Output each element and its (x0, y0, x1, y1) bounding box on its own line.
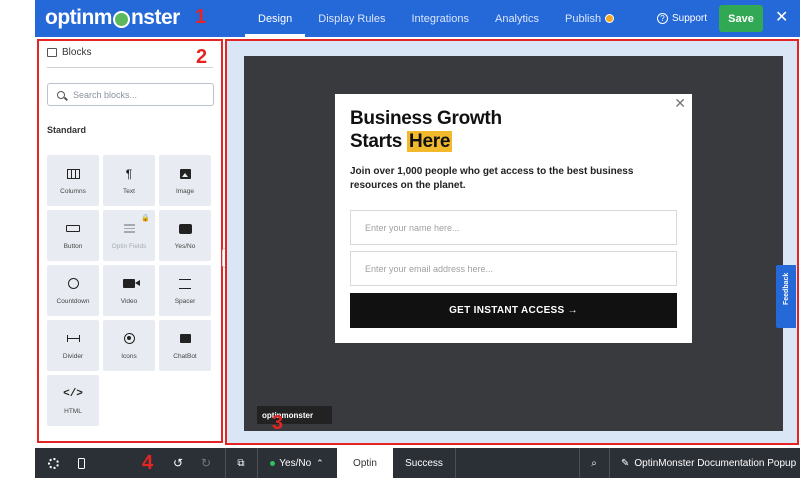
search-button[interactable]: ⌕ (579, 448, 609, 478)
close-icon[interactable]: ✕ (775, 7, 788, 27)
feedback-tab[interactable]: Feedback (776, 265, 796, 328)
popup-headline[interactable]: Business Growth Starts Here (350, 107, 502, 153)
search-blocks-input[interactable] (73, 89, 203, 100)
preview-canvas: ✕ Business Growth Starts Here Join over … (244, 56, 783, 431)
annotation-marker-2: 2 (196, 46, 208, 68)
block-chatbot[interactable]: ChatBot (159, 320, 211, 371)
save-button[interactable]: Save (719, 5, 763, 32)
tab-display-rules[interactable]: Display Rules (305, 0, 398, 37)
divider-icon (66, 335, 80, 342)
spacer-icon (179, 278, 191, 289)
toolbar-divider (455, 448, 456, 478)
search-blocks-field[interactable] (47, 83, 214, 106)
mobile-preview-button[interactable] (71, 448, 91, 478)
publish-status-icon (605, 14, 615, 23)
annotation-marker-1: 1 (195, 6, 207, 28)
tab-publish[interactable]: Publish (552, 0, 627, 37)
status-dot-icon (270, 460, 276, 466)
layout-button[interactable]: ⧉ (225, 448, 257, 478)
popup-close-icon[interactable]: ✕ (674, 95, 686, 112)
search-icon: ⌕ (591, 457, 597, 469)
columns-icon (66, 168, 80, 179)
toolbar-divider (609, 448, 610, 478)
tab-design[interactable]: Design (245, 0, 306, 37)
block-html[interactable]: </> HTML (47, 375, 99, 426)
block-divider[interactable]: Divider (47, 320, 99, 371)
annotation-marker-3: 3 (272, 412, 284, 434)
campaign-name[interactable]: ✎ OptinMonster Documentation Popup (615, 448, 797, 478)
chevron-up-icon: ⌃ (316, 457, 324, 468)
block-image[interactable]: Image (159, 155, 211, 206)
text-icon: ¶ (125, 166, 133, 181)
yes-no-icon (178, 223, 192, 234)
redo-button[interactable]: ↻ (196, 448, 216, 478)
tab-integrations[interactable]: Integrations (399, 0, 482, 37)
button-icon (66, 225, 80, 232)
question-icon: ? (657, 13, 668, 24)
tab-analytics[interactable]: Analytics (482, 0, 552, 37)
view-tab-optin[interactable]: Optin (337, 448, 393, 478)
block-text[interactable]: ¶ Text (103, 155, 155, 206)
optinmonster-badge: optinmonster (257, 406, 332, 424)
get-instant-access-button[interactable]: GET INSTANT ACCESS → (350, 293, 677, 328)
sidebar-header: Blocks (47, 47, 91, 58)
block-countdown[interactable]: Countdown (47, 265, 99, 316)
blocks-icon (47, 48, 57, 57)
block-spacer[interactable]: Spacer (159, 265, 211, 316)
yes-no-toggle[interactable]: Yes/No ⌃ (257, 448, 337, 478)
email-input[interactable] (365, 263, 655, 274)
popup-subtitle[interactable]: Join over 1,000 people who get access to… (350, 165, 650, 193)
optinmonster-logo[interactable]: optinm nster (45, 6, 180, 30)
undo-button[interactable]: ↺ (168, 448, 188, 478)
main-nav: Design Display Rules Integrations Analyt… (245, 0, 627, 37)
video-icon (123, 279, 140, 288)
block-icons[interactable]: Icons (103, 320, 155, 371)
gear-icon (47, 457, 59, 469)
block-button[interactable]: Button (47, 210, 99, 261)
mobile-icon (77, 457, 85, 469)
sidebar-divider (47, 67, 213, 68)
clock-icon (67, 278, 79, 289)
block-columns[interactable]: Columns (47, 155, 99, 206)
blocks-sidebar: Blocks 2 Standard Columns ¶ Text Image (37, 39, 223, 443)
name-input[interactable] (365, 222, 655, 233)
headline-highlight: Here (407, 131, 453, 152)
layout-icon: ⧉ (237, 457, 245, 469)
image-icon (179, 168, 191, 179)
settings-button[interactable] (43, 448, 63, 478)
optin-fields-icon (123, 224, 135, 233)
app-window: optinm nster 1 Design Display Rules Integ… (35, 0, 800, 481)
support-link[interactable]: ? Support (657, 0, 707, 37)
canvas-area: ✕ Business Growth Starts Here Join over … (225, 39, 799, 445)
search-icon (57, 90, 65, 99)
block-yes-no[interactable]: Yes/No (159, 210, 211, 261)
section-heading-standard: Standard (47, 125, 87, 135)
blocks-grid: Columns ¶ Text Image Button 🔒 Optin Fiel… (47, 155, 217, 426)
chat-icon (179, 334, 191, 343)
monster-mascot-icon (112, 10, 130, 28)
annotation-marker-4: 4 (142, 452, 154, 474)
name-field[interactable] (350, 210, 677, 245)
icons-icon (123, 333, 135, 344)
code-icon: </> (63, 387, 83, 400)
email-field[interactable] (350, 251, 677, 286)
pencil-icon: ✎ (621, 457, 630, 469)
view-tab-success[interactable]: Success (393, 448, 455, 478)
top-bar: optinm nster 1 Design Display Rules Integ… (35, 0, 800, 37)
redo-icon: ↻ (200, 456, 212, 470)
lock-icon: 🔒 (141, 215, 150, 222)
bottom-toolbar: 4 ↺ ↻ ⧉ Yes/No ⌃ Optin Success ⌕ ✎ Optin… (35, 448, 800, 478)
block-optin-fields[interactable]: 🔒 Optin Fields (103, 210, 155, 261)
undo-icon: ↺ (172, 456, 184, 470)
block-video[interactable]: Video (103, 265, 155, 316)
campaign-popup[interactable]: ✕ Business Growth Starts Here Join over … (335, 94, 692, 343)
